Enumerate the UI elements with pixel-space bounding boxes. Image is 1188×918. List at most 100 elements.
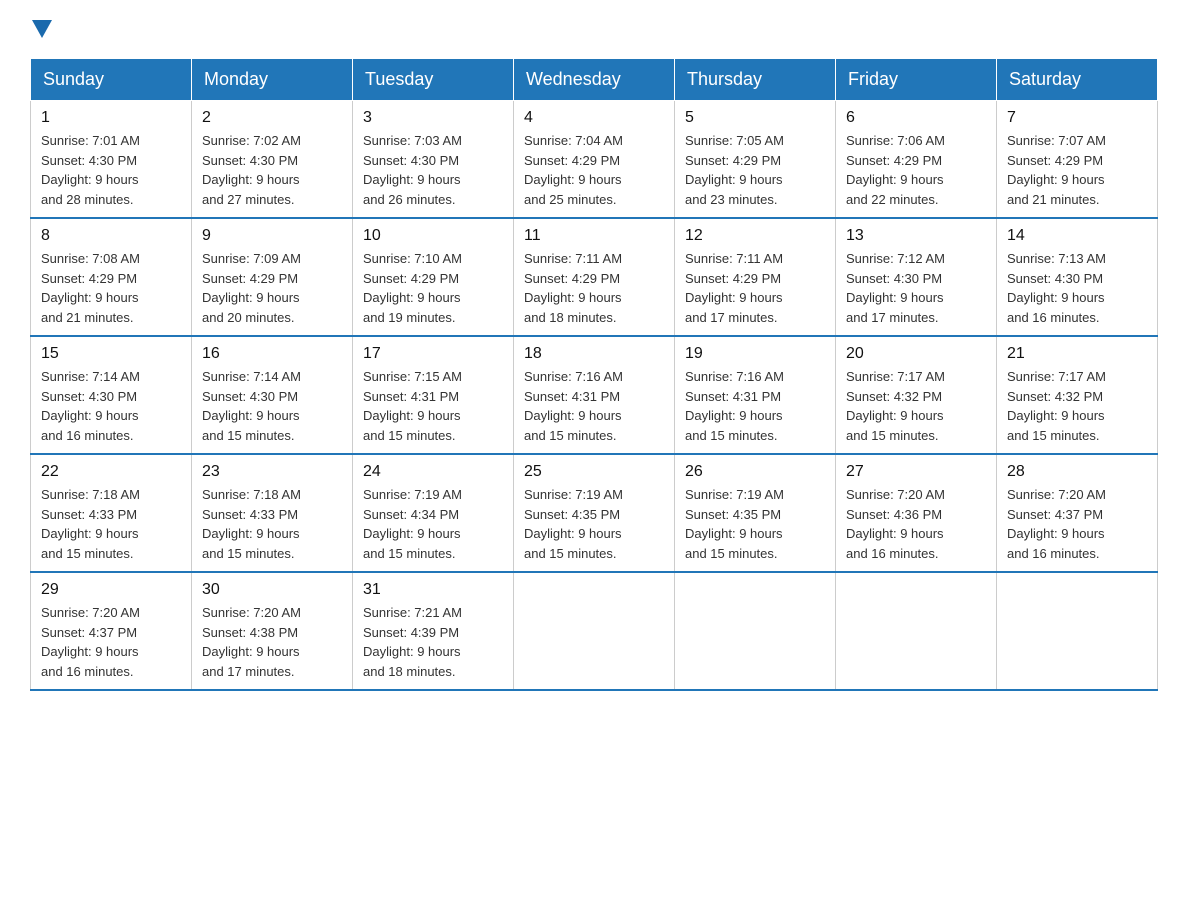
day-info: Sunrise: 7:17 AMSunset: 4:32 PMDaylight:… [1007, 369, 1106, 443]
day-number: 8 [41, 227, 181, 245]
day-number: 30 [202, 581, 342, 599]
calendar-cell: 8 Sunrise: 7:08 AMSunset: 4:29 PMDayligh… [31, 218, 192, 336]
day-header-monday: Monday [192, 59, 353, 101]
day-number: 13 [846, 227, 986, 245]
calendar-table: SundayMondayTuesdayWednesdayThursdayFrid… [30, 58, 1158, 691]
day-info: Sunrise: 7:01 AMSunset: 4:30 PMDaylight:… [41, 133, 140, 207]
day-number: 3 [363, 109, 503, 127]
day-header-saturday: Saturday [997, 59, 1158, 101]
calendar-week-4: 22 Sunrise: 7:18 AMSunset: 4:33 PMDaylig… [31, 454, 1158, 572]
day-number: 5 [685, 109, 825, 127]
page-header [30, 20, 1158, 38]
day-info: Sunrise: 7:19 AMSunset: 4:35 PMDaylight:… [524, 487, 623, 561]
calendar-cell: 15 Sunrise: 7:14 AMSunset: 4:30 PMDaylig… [31, 336, 192, 454]
day-header-friday: Friday [836, 59, 997, 101]
calendar-cell: 14 Sunrise: 7:13 AMSunset: 4:30 PMDaylig… [997, 218, 1158, 336]
day-header-tuesday: Tuesday [353, 59, 514, 101]
day-number: 11 [524, 227, 664, 245]
day-info: Sunrise: 7:14 AMSunset: 4:30 PMDaylight:… [41, 369, 140, 443]
day-info: Sunrise: 7:20 AMSunset: 4:37 PMDaylight:… [41, 605, 140, 679]
calendar-cell: 3 Sunrise: 7:03 AMSunset: 4:30 PMDayligh… [353, 101, 514, 219]
calendar-week-5: 29 Sunrise: 7:20 AMSunset: 4:37 PMDaylig… [31, 572, 1158, 690]
calendar-cell: 31 Sunrise: 7:21 AMSunset: 4:39 PMDaylig… [353, 572, 514, 690]
day-info: Sunrise: 7:19 AMSunset: 4:34 PMDaylight:… [363, 487, 462, 561]
day-number: 16 [202, 345, 342, 363]
calendar-cell: 2 Sunrise: 7:02 AMSunset: 4:30 PMDayligh… [192, 101, 353, 219]
day-number: 31 [363, 581, 503, 599]
day-number: 12 [685, 227, 825, 245]
day-info: Sunrise: 7:14 AMSunset: 4:30 PMDaylight:… [202, 369, 301, 443]
calendar-cell: 22 Sunrise: 7:18 AMSunset: 4:33 PMDaylig… [31, 454, 192, 572]
day-number: 15 [41, 345, 181, 363]
calendar-cell: 10 Sunrise: 7:10 AMSunset: 4:29 PMDaylig… [353, 218, 514, 336]
day-info: Sunrise: 7:03 AMSunset: 4:30 PMDaylight:… [363, 133, 462, 207]
calendar-header: SundayMondayTuesdayWednesdayThursdayFrid… [31, 59, 1158, 101]
calendar-cell [675, 572, 836, 690]
calendar-cell: 23 Sunrise: 7:18 AMSunset: 4:33 PMDaylig… [192, 454, 353, 572]
day-number: 1 [41, 109, 181, 127]
day-info: Sunrise: 7:20 AMSunset: 4:38 PMDaylight:… [202, 605, 301, 679]
day-number: 9 [202, 227, 342, 245]
calendar-cell: 12 Sunrise: 7:11 AMSunset: 4:29 PMDaylig… [675, 218, 836, 336]
day-info: Sunrise: 7:10 AMSunset: 4:29 PMDaylight:… [363, 251, 462, 325]
day-info: Sunrise: 7:18 AMSunset: 4:33 PMDaylight:… [202, 487, 301, 561]
calendar-cell: 13 Sunrise: 7:12 AMSunset: 4:30 PMDaylig… [836, 218, 997, 336]
day-number: 20 [846, 345, 986, 363]
day-info: Sunrise: 7:16 AMSunset: 4:31 PMDaylight:… [685, 369, 784, 443]
day-header-row: SundayMondayTuesdayWednesdayThursdayFrid… [31, 59, 1158, 101]
day-info: Sunrise: 7:11 AMSunset: 4:29 PMDaylight:… [685, 251, 783, 325]
day-number: 28 [1007, 463, 1147, 481]
day-number: 27 [846, 463, 986, 481]
calendar-cell: 20 Sunrise: 7:17 AMSunset: 4:32 PMDaylig… [836, 336, 997, 454]
day-info: Sunrise: 7:08 AMSunset: 4:29 PMDaylight:… [41, 251, 140, 325]
day-number: 17 [363, 345, 503, 363]
calendar-cell: 11 Sunrise: 7:11 AMSunset: 4:29 PMDaylig… [514, 218, 675, 336]
calendar-week-2: 8 Sunrise: 7:08 AMSunset: 4:29 PMDayligh… [31, 218, 1158, 336]
calendar-cell [514, 572, 675, 690]
day-info: Sunrise: 7:15 AMSunset: 4:31 PMDaylight:… [363, 369, 462, 443]
calendar-cell: 30 Sunrise: 7:20 AMSunset: 4:38 PMDaylig… [192, 572, 353, 690]
day-info: Sunrise: 7:16 AMSunset: 4:31 PMDaylight:… [524, 369, 623, 443]
day-info: Sunrise: 7:18 AMSunset: 4:33 PMDaylight:… [41, 487, 140, 561]
day-info: Sunrise: 7:21 AMSunset: 4:39 PMDaylight:… [363, 605, 462, 679]
day-number: 7 [1007, 109, 1147, 127]
logo-text [30, 20, 54, 38]
calendar-cell: 21 Sunrise: 7:17 AMSunset: 4:32 PMDaylig… [997, 336, 1158, 454]
day-info: Sunrise: 7:12 AMSunset: 4:30 PMDaylight:… [846, 251, 945, 325]
day-number: 25 [524, 463, 664, 481]
calendar-cell: 5 Sunrise: 7:05 AMSunset: 4:29 PMDayligh… [675, 101, 836, 219]
day-info: Sunrise: 7:20 AMSunset: 4:36 PMDaylight:… [846, 487, 945, 561]
day-info: Sunrise: 7:20 AMSunset: 4:37 PMDaylight:… [1007, 487, 1106, 561]
day-header-wednesday: Wednesday [514, 59, 675, 101]
calendar-cell: 28 Sunrise: 7:20 AMSunset: 4:37 PMDaylig… [997, 454, 1158, 572]
day-info: Sunrise: 7:07 AMSunset: 4:29 PMDaylight:… [1007, 133, 1106, 207]
day-number: 10 [363, 227, 503, 245]
calendar-cell: 27 Sunrise: 7:20 AMSunset: 4:36 PMDaylig… [836, 454, 997, 572]
calendar-body: 1 Sunrise: 7:01 AMSunset: 4:30 PMDayligh… [31, 101, 1158, 691]
day-info: Sunrise: 7:19 AMSunset: 4:35 PMDaylight:… [685, 487, 784, 561]
day-number: 29 [41, 581, 181, 599]
day-number: 14 [1007, 227, 1147, 245]
calendar-cell: 9 Sunrise: 7:09 AMSunset: 4:29 PMDayligh… [192, 218, 353, 336]
calendar-cell: 16 Sunrise: 7:14 AMSunset: 4:30 PMDaylig… [192, 336, 353, 454]
day-number: 24 [363, 463, 503, 481]
day-number: 18 [524, 345, 664, 363]
day-number: 26 [685, 463, 825, 481]
calendar-cell: 26 Sunrise: 7:19 AMSunset: 4:35 PMDaylig… [675, 454, 836, 572]
calendar-cell: 19 Sunrise: 7:16 AMSunset: 4:31 PMDaylig… [675, 336, 836, 454]
day-header-sunday: Sunday [31, 59, 192, 101]
calendar-cell: 24 Sunrise: 7:19 AMSunset: 4:34 PMDaylig… [353, 454, 514, 572]
calendar-cell: 4 Sunrise: 7:04 AMSunset: 4:29 PMDayligh… [514, 101, 675, 219]
calendar-cell: 18 Sunrise: 7:16 AMSunset: 4:31 PMDaylig… [514, 336, 675, 454]
day-info: Sunrise: 7:09 AMSunset: 4:29 PMDaylight:… [202, 251, 301, 325]
day-number: 4 [524, 109, 664, 127]
day-info: Sunrise: 7:11 AMSunset: 4:29 PMDaylight:… [524, 251, 622, 325]
day-info: Sunrise: 7:04 AMSunset: 4:29 PMDaylight:… [524, 133, 623, 207]
day-number: 2 [202, 109, 342, 127]
day-number: 19 [685, 345, 825, 363]
calendar-cell: 7 Sunrise: 7:07 AMSunset: 4:29 PMDayligh… [997, 101, 1158, 219]
day-number: 23 [202, 463, 342, 481]
calendar-week-3: 15 Sunrise: 7:14 AMSunset: 4:30 PMDaylig… [31, 336, 1158, 454]
day-number: 21 [1007, 345, 1147, 363]
day-header-thursday: Thursday [675, 59, 836, 101]
